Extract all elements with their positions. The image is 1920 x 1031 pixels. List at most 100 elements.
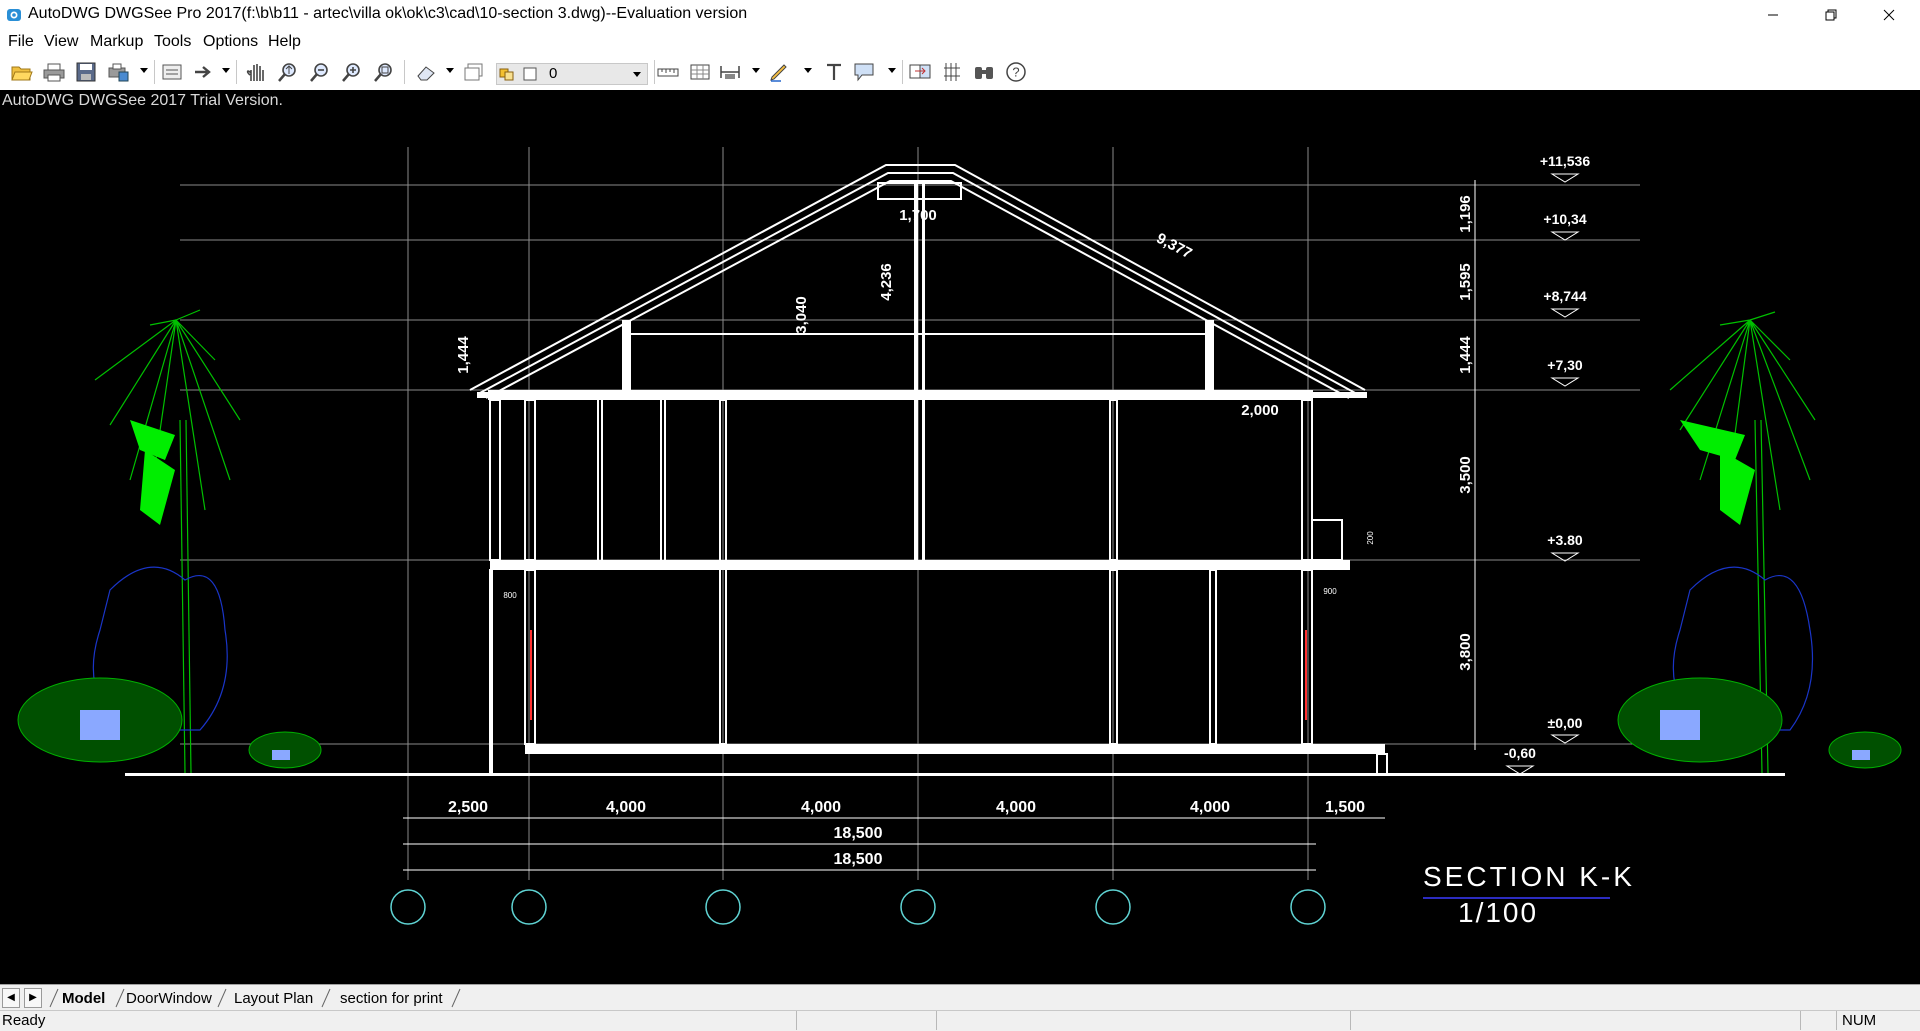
left-palm-fronds xyxy=(130,420,175,525)
status-panel xyxy=(1350,1011,1801,1030)
restore-icon xyxy=(1825,9,1837,21)
dim-roof-3040: 3,040 xyxy=(793,296,810,334)
status-panel xyxy=(796,1011,937,1030)
toolbar-separator xyxy=(236,60,237,84)
compare-button[interactable] xyxy=(908,60,932,84)
dwgsee-app-icon xyxy=(7,9,21,21)
zoom-out-button[interactable] xyxy=(308,60,332,84)
minimize-button[interactable] xyxy=(1744,0,1802,30)
text-icon xyxy=(827,63,841,80)
dim-bay-6: 1,500 xyxy=(1325,799,1365,816)
elev-1034: +10,34 xyxy=(1543,211,1586,227)
eraser-icon xyxy=(417,66,435,81)
num-lock-indicator: NUM xyxy=(1842,1012,1877,1029)
find-icon xyxy=(975,67,993,79)
menu-help[interactable]: Help xyxy=(268,33,301,51)
menu-markup[interactable]: Markup xyxy=(90,33,143,51)
dimension-dropdown[interactable] xyxy=(752,68,760,73)
save-button[interactable] xyxy=(74,60,98,84)
measure-distance-button[interactable] xyxy=(656,60,680,84)
dim-1196: 1,196 xyxy=(1457,195,1474,233)
dim-roof-1444: 1,444 xyxy=(455,336,472,374)
dim-3800: 3,800 xyxy=(1457,633,1474,671)
status-panel xyxy=(1800,1011,1837,1030)
align-icon xyxy=(944,63,960,81)
toolbar-separator xyxy=(654,60,655,84)
menu-bar: File View Markup Tools Options Help xyxy=(0,30,1920,54)
zoom-window-button[interactable] xyxy=(372,60,396,84)
measure-area-icon xyxy=(690,64,710,80)
compare-icon xyxy=(909,64,931,79)
dim-bay-4: 4,000 xyxy=(996,799,1036,816)
zoom-window-icon xyxy=(374,63,392,82)
dimension-button[interactable] xyxy=(718,60,742,84)
pan-button[interactable] xyxy=(244,60,268,84)
export-icon xyxy=(195,66,211,78)
eraser-dropdown[interactable] xyxy=(446,68,454,73)
section-title-block: SECTION K-K 1/100 xyxy=(1423,861,1632,928)
save-icon xyxy=(76,62,96,82)
floor-slabs xyxy=(125,390,1785,776)
open-icon xyxy=(11,66,33,81)
right-palm-fronds xyxy=(1680,420,1755,525)
page-setup-button[interactable] xyxy=(160,60,184,84)
layer-manager-icon xyxy=(464,63,483,81)
batch-print-dropdown[interactable] xyxy=(140,68,148,73)
layer-manager-button[interactable] xyxy=(462,60,486,84)
dimension-icon xyxy=(720,66,740,79)
minimize-icon xyxy=(1768,14,1778,16)
measure-area-button[interactable] xyxy=(688,60,712,84)
pen-dropdown[interactable] xyxy=(804,68,812,73)
pan-icon xyxy=(246,64,264,81)
align-button[interactable] xyxy=(940,60,964,84)
walls-columns xyxy=(489,399,1388,775)
dim-900: 900 xyxy=(1323,587,1337,596)
dim-roof-4236: 4,236 xyxy=(878,263,895,301)
roof-dimensions: 1,444 3,040 4,236 1,700 9,377 2,000 xyxy=(455,207,1279,419)
help-button[interactable]: ? xyxy=(1004,60,1028,84)
zoom-in-button[interactable] xyxy=(340,60,364,84)
pen-markup-button[interactable] xyxy=(768,60,792,84)
toolbar-separator xyxy=(154,60,155,84)
grid-axis-bubbles xyxy=(390,889,1326,925)
bay-dimensions: 2,500 4,000 4,000 4,000 4,000 1,500 18,5… xyxy=(448,799,1365,868)
callout-icon xyxy=(854,63,874,82)
export-dropdown[interactable] xyxy=(222,68,230,73)
batch-print-button[interactable] xyxy=(106,60,130,84)
restore-button[interactable] xyxy=(1802,0,1860,30)
zoom-realtime-icon xyxy=(278,63,296,82)
find-button[interactable] xyxy=(972,60,996,84)
dim-roof-1700: 1,700 xyxy=(899,207,937,224)
elev-11536: +11,536 xyxy=(1540,153,1590,169)
menu-view[interactable]: View xyxy=(44,33,78,51)
batch-print-icon xyxy=(108,63,129,82)
toolbar-separator xyxy=(902,60,903,84)
close-button[interactable] xyxy=(1860,0,1918,30)
export-button[interactable] xyxy=(192,60,216,84)
bottom-dimension-lines xyxy=(403,817,1385,871)
elev-8744: +8,744 xyxy=(1543,288,1586,304)
menu-tools[interactable]: Tools xyxy=(154,33,191,51)
cad-section-drawing[interactable]: +11,536 +10,34 +8,744 +7,30 +3.80 ±0,00 … xyxy=(0,90,1920,984)
elev-060: -0,60 xyxy=(1504,745,1536,761)
text-button[interactable] xyxy=(822,60,846,84)
pen-markup-icon xyxy=(770,64,787,82)
open-button[interactable] xyxy=(10,60,34,84)
menu-options[interactable]: Options xyxy=(203,33,258,51)
callout-dropdown[interactable] xyxy=(888,68,896,73)
menu-file[interactable]: File xyxy=(8,33,34,51)
dim-bay-1: 2,500 xyxy=(448,799,488,816)
status-text: Ready xyxy=(2,1012,46,1029)
callout-button[interactable] xyxy=(852,60,876,84)
drawing-canvas[interactable]: AutoDWG DWGSee 2017 Trial Version. +11,5… xyxy=(0,90,1920,984)
elev-380: +3.80 xyxy=(1547,532,1583,548)
title-bar: AutoDWG DWGSee Pro 2017(f:\b\b11 - artec… xyxy=(0,0,1920,30)
chevron-down-icon xyxy=(633,72,641,77)
layer-value: 0 xyxy=(549,65,558,82)
svg-text:?: ? xyxy=(1012,65,1019,80)
dim-roof-9377: 9,377 xyxy=(1154,230,1195,263)
layer-select[interactable]: 0 xyxy=(496,63,648,85)
zoom-realtime-button[interactable] xyxy=(276,60,300,84)
print-button[interactable] xyxy=(42,60,66,84)
eraser-button[interactable] xyxy=(414,60,438,84)
